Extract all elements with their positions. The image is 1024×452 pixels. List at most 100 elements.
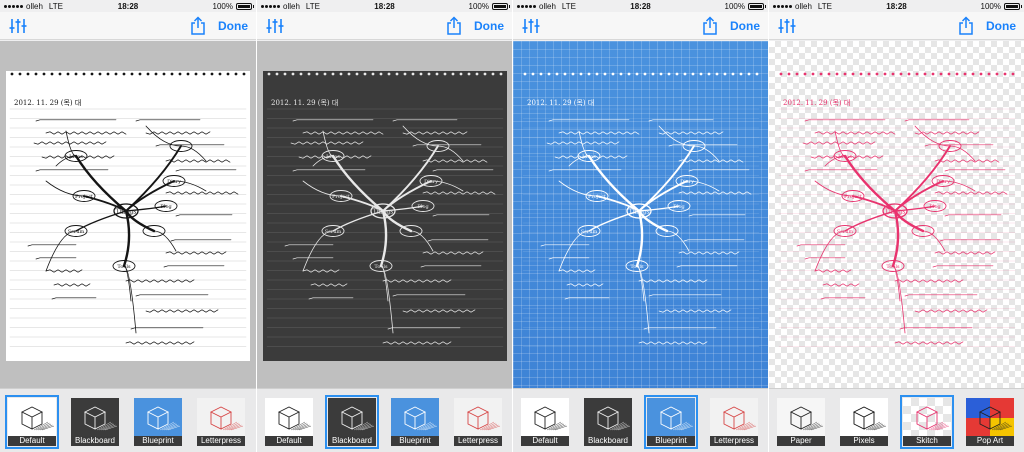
- share-icon[interactable]: [958, 15, 974, 36]
- filter-blueprint[interactable]: Blueprint: [644, 395, 698, 449]
- perforation-mark: [819, 72, 823, 76]
- filter-default[interactable]: Default: [5, 395, 59, 449]
- handwriting-stroke: [540, 244, 590, 247]
- sliders-icon[interactable]: [8, 16, 28, 36]
- filter-label: Blackboard: [328, 436, 376, 446]
- perforation-mark: [114, 72, 118, 76]
- perforation-mark: [947, 72, 951, 76]
- hatch-stroke: [422, 424, 436, 431]
- checker-cell: [927, 398, 935, 406]
- branch-node-label: Blog: [417, 204, 429, 210]
- branch-stroke: [379, 209, 388, 268]
- filter-letterpress[interactable]: Letterpress: [452, 396, 504, 448]
- cube-top: [277, 406, 301, 418]
- share-icon[interactable]: [702, 15, 718, 36]
- perforation-mark: [859, 72, 863, 76]
- filter-letterpress[interactable]: Letterpress: [195, 396, 247, 448]
- scanned-page: 2012. 11. 29 (목) 대 Things Ideas Project Scru…: [775, 71, 1019, 361]
- filter-label: Pixels: [840, 436, 888, 446]
- filter-preview: [466, 406, 501, 431]
- perforation-mark: [931, 72, 935, 76]
- handwriting-stroke: [894, 341, 964, 345]
- filter-thumbnail: [454, 398, 502, 438]
- handwriting-stroke: [934, 251, 996, 255]
- handwriting-stroke: [292, 169, 366, 172]
- connector-stroke: [693, 145, 720, 162]
- perforation-mark: [194, 72, 198, 76]
- handwriting-stroke: [432, 214, 490, 217]
- hatch-stroke: [871, 424, 885, 431]
- branch-node-label: Project: [844, 194, 862, 200]
- handwriting-stroke: [308, 297, 354, 300]
- perforation-mark: [291, 72, 295, 76]
- handwriting-stroke: [163, 265, 225, 268]
- handwriting-stroke: [796, 244, 846, 247]
- share-icon[interactable]: [446, 15, 462, 36]
- branch-stroke: [331, 154, 385, 213]
- checker-cell: [911, 398, 919, 406]
- checker-cell: [911, 414, 919, 422]
- branch-stroke: [843, 154, 897, 213]
- filter-default[interactable]: Default: [263, 396, 315, 448]
- cube-icon: [789, 406, 824, 431]
- filter-blueprint[interactable]: Blueprint: [132, 396, 184, 448]
- filter-blueprint[interactable]: Blueprint: [389, 396, 441, 448]
- filter-skitch[interactable]: Skitch: [900, 395, 954, 449]
- filter-blackboard[interactable]: Blackboard: [582, 396, 634, 448]
- filter-bar[interactable]: Paper Pixels Skitch Pop Art: [769, 388, 1024, 452]
- perforation-mark: [683, 72, 687, 76]
- done-button[interactable]: Done: [474, 19, 504, 33]
- sliders-icon[interactable]: [777, 16, 797, 36]
- perforation-mark: [539, 72, 543, 76]
- filter-letterpress[interactable]: Letterpress: [708, 396, 760, 448]
- perforation-mark: [571, 72, 575, 76]
- perforation-mark: [747, 72, 751, 76]
- connector-stroke: [914, 125, 951, 147]
- sliders-icon[interactable]: [265, 16, 285, 36]
- done-button[interactable]: Done: [218, 19, 248, 33]
- note-date: 2012. 11. 29 (목) 대: [14, 99, 81, 107]
- perforation-mark: [555, 72, 559, 76]
- handwriting-stroke: [382, 341, 452, 345]
- perforation-mark: [275, 72, 279, 76]
- filter-blackboard[interactable]: Blackboard: [325, 395, 379, 449]
- checker-cell: [903, 406, 911, 414]
- filter-blackboard[interactable]: Blackboard: [69, 396, 121, 448]
- filter-list: Default Blackboard Blueprint Letterpress: [0, 395, 256, 449]
- handwriting-stroke: [290, 141, 364, 145]
- handwriting-stroke: [53, 283, 91, 287]
- handwriting-stroke: [45, 131, 127, 135]
- connector-stroke: [45, 230, 77, 272]
- filter-pixels[interactable]: Pixels: [838, 396, 890, 448]
- sliders-icon[interactable]: [521, 16, 541, 36]
- perforation-mark: [923, 72, 927, 76]
- handwriting-stroke: [165, 191, 239, 195]
- filter-bar[interactable]: Default Blackboard Blueprint Letterpress: [0, 388, 256, 452]
- center-node-label: Things: [629, 209, 650, 216]
- share-icon[interactable]: [190, 15, 206, 36]
- perforation-mark: [827, 72, 831, 76]
- perforation-mark: [715, 72, 719, 76]
- perforation-mark: [267, 72, 271, 76]
- cube-top: [533, 406, 557, 418]
- done-button[interactable]: Done: [730, 19, 760, 33]
- handwriting-stroke: [130, 327, 204, 330]
- perforation-mark: [1003, 72, 1007, 76]
- filter-paper[interactable]: Paper: [775, 396, 827, 448]
- handwriting-stroke: [548, 119, 630, 122]
- filter-preview: [966, 398, 1014, 438]
- perforation-mark: [218, 72, 222, 76]
- branch-node-label: Project: [588, 194, 606, 200]
- perforation-mark: [987, 72, 991, 76]
- filter-pop-art[interactable]: Pop Art: [964, 396, 1016, 448]
- filter-bar[interactable]: Default Blackboard Blueprint Letterpress: [257, 388, 512, 452]
- branch-node-label: Diary: [167, 179, 181, 185]
- filter-default[interactable]: Default: [519, 396, 571, 448]
- filter-bar[interactable]: Default Blackboard Blueprint Letterpress: [513, 388, 768, 452]
- connector-stroke: [123, 265, 137, 334]
- perforation-mark: [787, 72, 791, 76]
- branch-node-label: Ideas: [838, 154, 852, 160]
- filter-label: Blueprint: [391, 436, 439, 446]
- done-button[interactable]: Done: [986, 19, 1016, 33]
- branch-stroke: [74, 154, 128, 213]
